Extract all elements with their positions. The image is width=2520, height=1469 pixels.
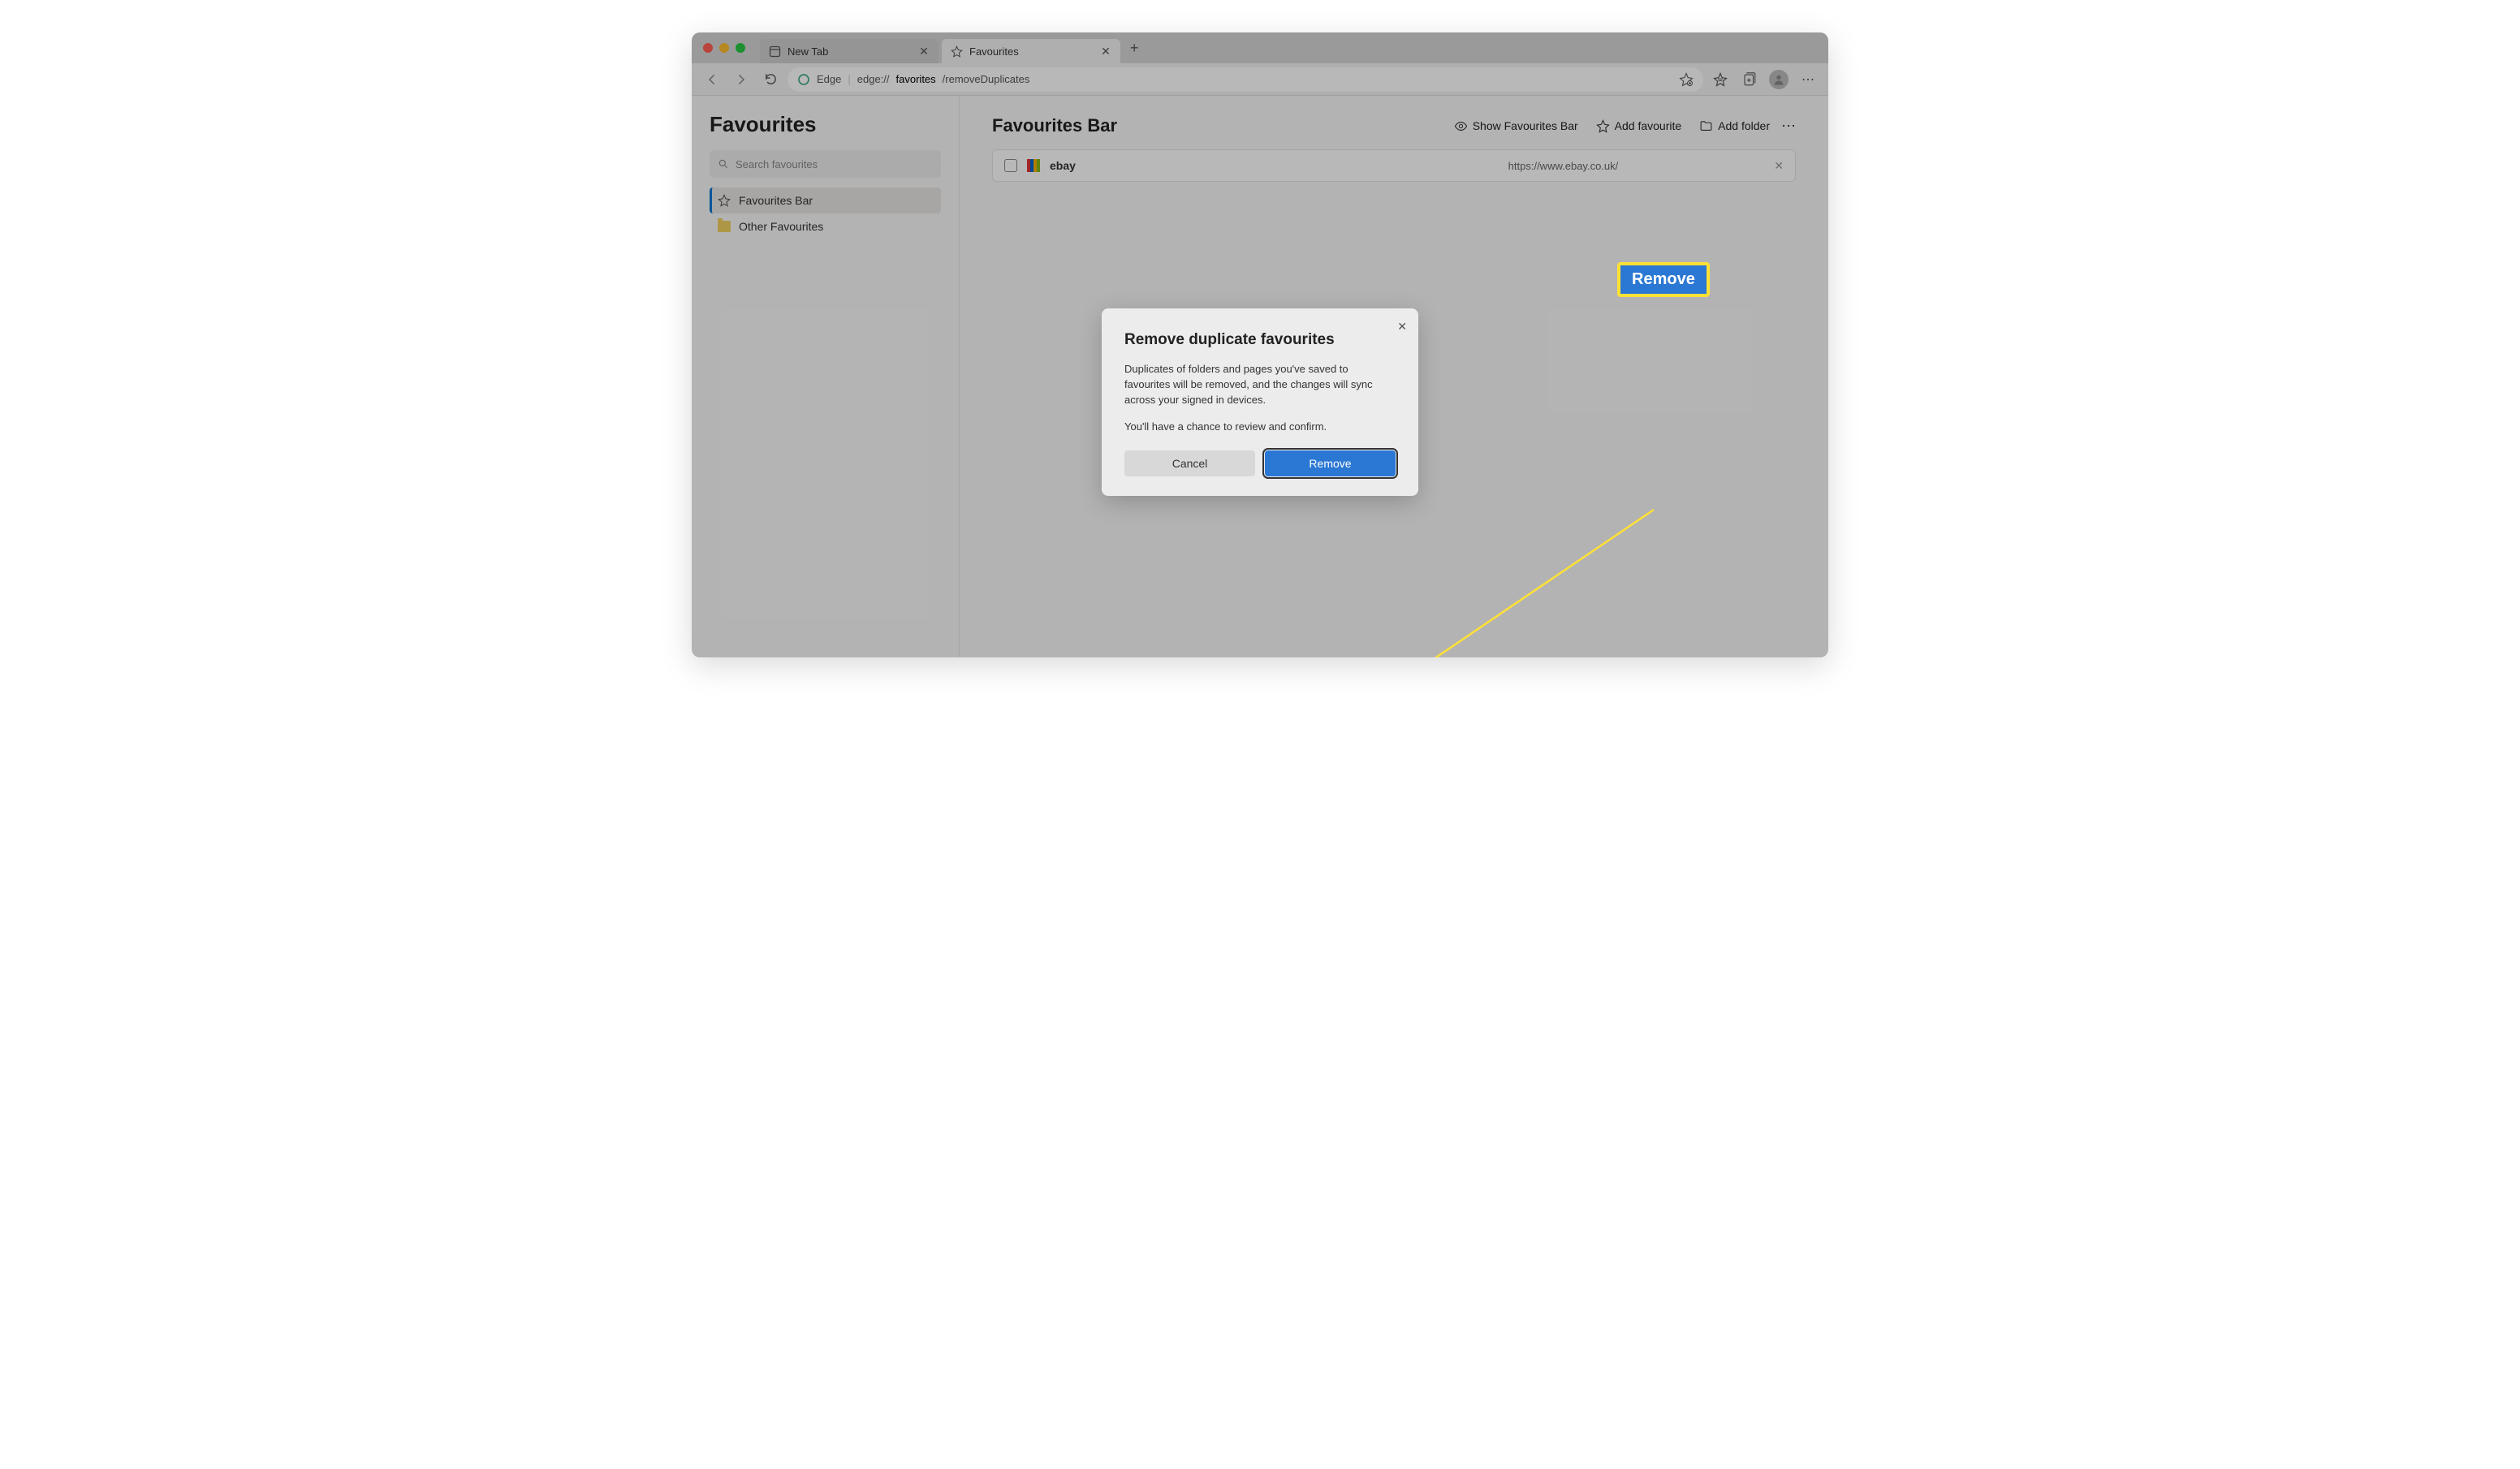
main-header: Favourites Bar Show Favourites Bar Add f…: [992, 115, 1796, 136]
toolbar: Edge | edge://favorites/removeDuplicates…: [692, 63, 1828, 96]
back-button[interactable]: [700, 67, 724, 92]
action-label: Add folder: [1718, 119, 1770, 132]
dialog-title: Remove duplicate favourites: [1124, 331, 1396, 349]
close-tab-icon[interactable]: ✕: [1099, 45, 1112, 58]
folder-plus-icon: [1699, 119, 1713, 133]
close-window-button[interactable]: [703, 43, 713, 53]
action-label: Add favourite: [1615, 119, 1682, 132]
tab-label: New Tab: [788, 45, 828, 58]
avatar-icon: [1769, 70, 1789, 89]
close-tab-icon[interactable]: ✕: [917, 45, 930, 58]
star-icon: [950, 45, 963, 58]
callout-label: Remove: [1617, 262, 1710, 297]
delete-favourite-icon[interactable]: ✕: [1774, 159, 1784, 173]
star-icon: [718, 194, 731, 207]
dialog-button-row: Cancel Remove: [1124, 450, 1396, 476]
search-placeholder: Search favourites: [736, 158, 818, 170]
browser-window: New Tab ✕ Favourites ✕ + Edge | e: [692, 32, 1828, 657]
forward-button[interactable]: [729, 67, 753, 92]
remove-duplicates-dialog: ✕ Remove duplicate favourites Duplicates…: [1102, 308, 1418, 496]
dialog-close-icon[interactable]: ✕: [1397, 320, 1407, 334]
more-actions-button[interactable]: ⋯: [1781, 118, 1796, 135]
sidebar-item-label: Other Favourites: [739, 220, 823, 233]
cancel-button[interactable]: Cancel: [1124, 450, 1255, 476]
new-tab-button[interactable]: +: [1124, 40, 1146, 57]
address-prefix: edge://: [857, 73, 890, 85]
collections-icon[interactable]: [1737, 67, 1762, 92]
dialog-text-1: Duplicates of folders and pages you've s…: [1124, 362, 1396, 408]
star-plus-icon: [1596, 119, 1610, 133]
dialog-text-2: You'll have a chance to review and confi…: [1124, 420, 1396, 435]
tab-page-icon: [768, 45, 781, 58]
remove-button[interactable]: Remove: [1265, 450, 1396, 476]
sidebar-item-favourites-bar[interactable]: Favourites Bar: [710, 187, 941, 213]
address-bold: favorites: [896, 73, 936, 85]
favourites-hub-icon[interactable]: [1708, 67, 1732, 92]
address-scheme: Edge: [817, 73, 841, 85]
sidebar-item-other-favourites[interactable]: Other Favourites: [710, 213, 941, 239]
maximize-window-button[interactable]: [736, 43, 745, 53]
address-bar[interactable]: Edge | edge://favorites/removeDuplicates: [788, 67, 1703, 92]
folder-icon: [718, 221, 731, 232]
add-favourite-button[interactable]: Add favourite: [1596, 119, 1682, 133]
tab-new-tab[interactable]: New Tab ✕: [760, 39, 939, 63]
search-favourites-input[interactable]: Search favourites: [710, 150, 941, 178]
tab-label: Favourites: [969, 45, 1019, 58]
more-menu-button[interactable]: ⋯: [1796, 67, 1820, 92]
profile-button[interactable]: [1767, 67, 1791, 92]
search-icon: [718, 158, 729, 170]
sidebar-title: Favourites: [710, 112, 941, 137]
favourite-name: ebay: [1050, 159, 1076, 172]
add-folder-button[interactable]: Add folder: [1699, 119, 1770, 133]
edge-logo-icon: [797, 73, 810, 86]
sidebar: Favourites Search favourites Favourites …: [692, 96, 960, 657]
minimize-window-button[interactable]: [719, 43, 729, 53]
favourite-url: https://www.ebay.co.uk/: [1508, 160, 1619, 172]
annotation-callout: Remove: [1617, 262, 1710, 297]
ebay-favicon-icon: [1027, 159, 1040, 172]
sidebar-item-label: Favourites Bar: [739, 194, 813, 207]
favourite-row[interactable]: ebay https://www.ebay.co.uk/ ✕: [992, 149, 1796, 182]
tab-favourites[interactable]: Favourites ✕: [942, 39, 1120, 63]
checkbox[interactable]: [1004, 159, 1017, 172]
address-suffix: /removeDuplicates: [943, 73, 1030, 85]
show-favourites-bar-button[interactable]: Show Favourites Bar: [1454, 119, 1578, 133]
star-add-icon[interactable]: [1679, 72, 1694, 87]
action-label: Show Favourites Bar: [1473, 119, 1578, 132]
main-title: Favourites Bar: [992, 115, 1117, 136]
eye-icon: [1454, 119, 1468, 133]
tab-strip: New Tab ✕ Favourites ✕ +: [692, 32, 1828, 63]
window-controls: [703, 43, 745, 53]
refresh-button[interactable]: [758, 67, 783, 92]
